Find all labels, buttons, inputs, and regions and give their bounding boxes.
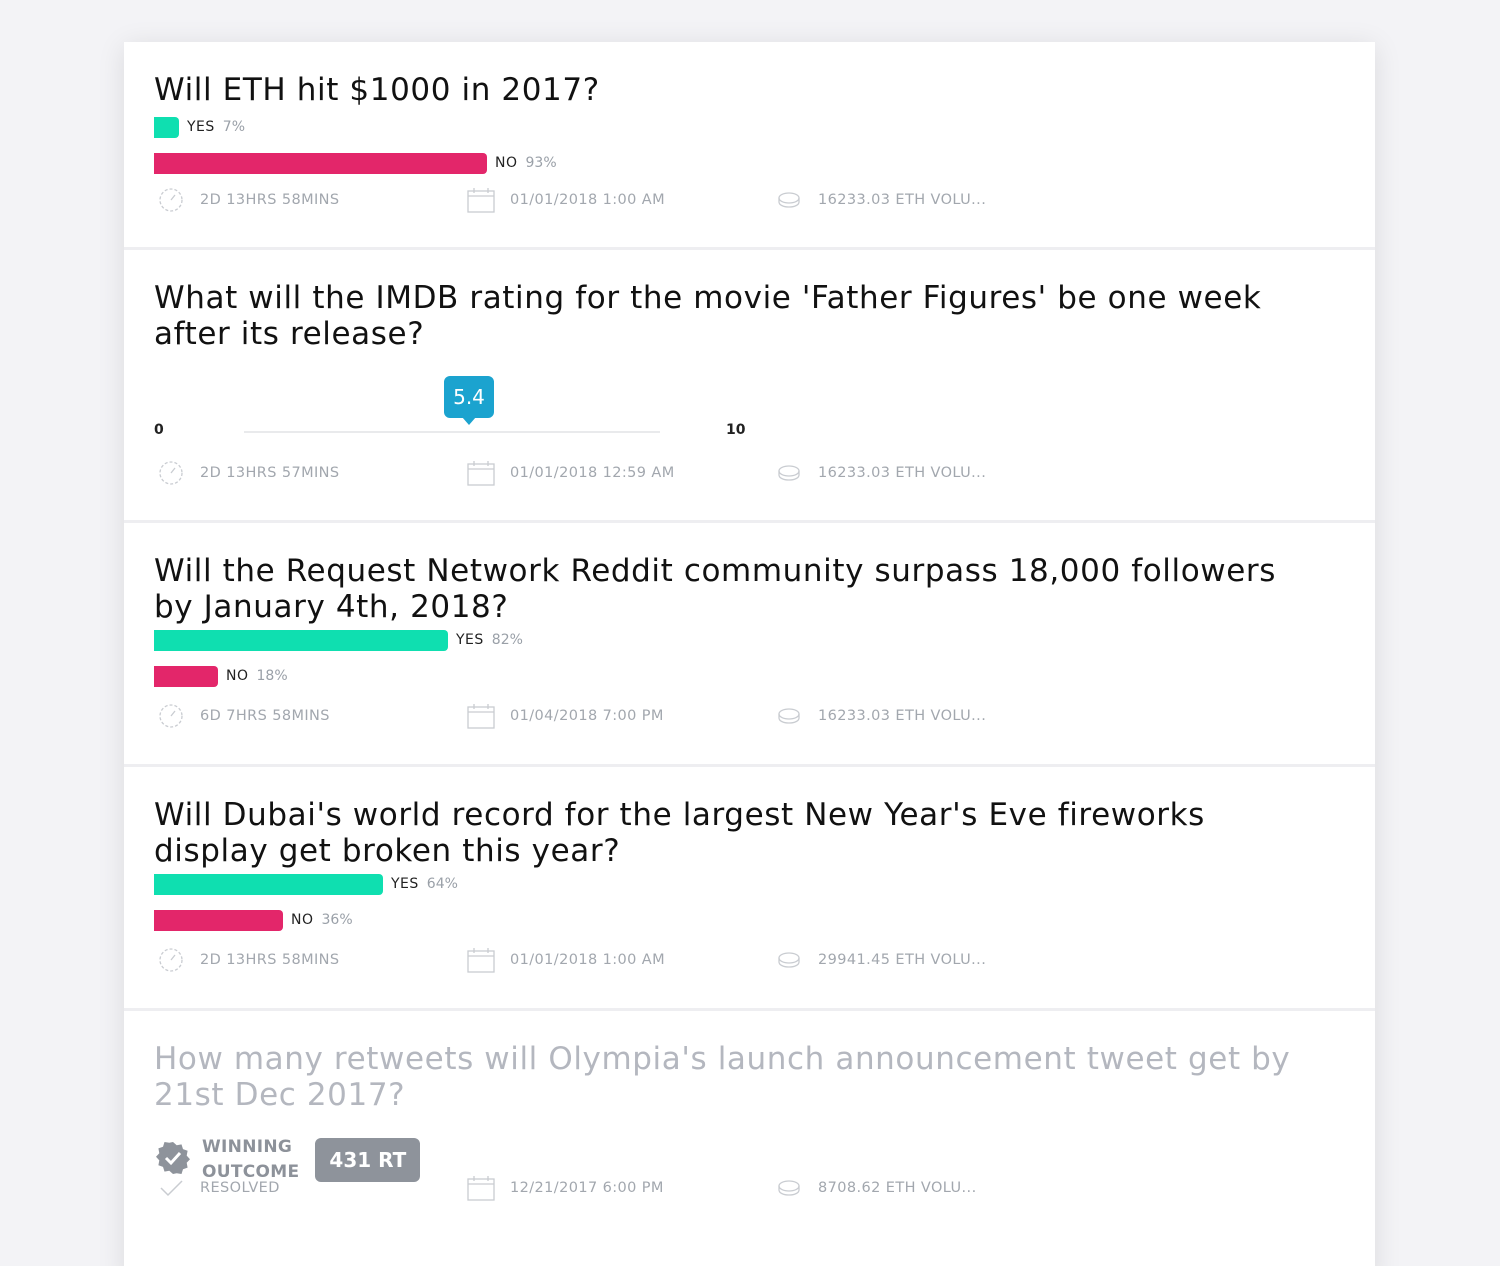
market-card[interactable]: Will the Request Network Reddit communit… [124,523,1375,767]
market-card[interactable]: What will the IMDB rating for the movie … [124,250,1375,523]
market-card-resolved[interactable]: How many retweets will Olympia's launch … [124,1011,1375,1266]
coin-icon [774,701,804,731]
market-meta: 6D 7HRS 58MINS 01/04/2018 7:00 PM 16233.… [154,701,1345,731]
time-remaining: 2D 13HRS 57MINS [156,458,340,488]
slider-min-label: 0 [154,422,164,438]
end-date: 01/04/2018 7:00 PM [466,701,664,731]
outcome-percent: 64% [426,876,458,892]
market-title[interactable]: Will ETH hit $1000 in 2017? [154,72,1315,108]
outcome-percent: 36% [321,912,353,928]
end-date-text: 01/01/2018 1:00 AM [510,952,665,968]
time-remaining-text: 2D 13HRS 58MINS [200,952,340,968]
market-meta: RESOLVED 12/21/2017 6:00 PM 8708.62 ETH … [154,1173,1345,1203]
volume-text: 29941.45 ETH VOLU... [818,952,987,968]
market-title[interactable]: Will Dubai's world record for the larges… [154,797,1315,869]
calendar-icon [466,701,496,731]
end-date-text: 01/01/2018 12:59 AM [510,465,675,481]
outcome-percent: 93% [525,155,557,171]
market-title[interactable]: What will the IMDB rating for the movie … [154,280,1315,352]
time-remaining: 6D 7HRS 58MINS [156,701,330,731]
outcome-percent: 18% [256,668,288,684]
outcome-row-yes[interactable]: YES 82% [154,629,523,651]
calendar-icon [466,945,496,975]
end-date: 01/01/2018 1:00 AM [466,185,665,215]
coin-icon [774,945,804,975]
outcome-row-no[interactable]: NO 93% [154,152,557,174]
outcome-label: NO [495,155,518,171]
coin-icon [774,1173,804,1203]
outcome-row-no[interactable]: NO 36% [154,909,353,931]
market-card[interactable]: Will Dubai's world record for the larges… [124,767,1375,1011]
markets-list: Will ETH hit $1000 in 2017? YES 7% NO 93… [124,42,1375,1266]
outcome-row-no[interactable]: NO 18% [154,665,288,687]
outcome-label: YES [456,632,484,648]
slider-max-label: 10 [726,422,746,438]
volume-text: 16233.03 ETH VOLU... [818,465,987,481]
timer-icon [156,458,186,488]
end-date: 12/21/2017 6:00 PM [466,1173,664,1203]
end-date-text: 01/04/2018 7:00 PM [510,708,664,724]
outcome-bar-no [154,665,218,687]
slider-value-bubble[interactable]: 5.4 [444,376,494,425]
rating-slider[interactable]: 0 5.4 10 [154,376,1345,438]
coin-icon [774,458,804,488]
outcome-label: NO [291,912,314,928]
volume-text: 8708.62 ETH VOLU... [818,1180,977,1196]
end-date-text: 12/21/2017 6:00 PM [510,1180,664,1196]
outcome-bar-no [154,909,283,931]
volume: 16233.03 ETH VOLU... [774,185,986,215]
time-remaining-text: 6D 7HRS 58MINS [200,708,330,724]
outcome-bar-yes [154,629,448,651]
timer-icon [156,701,186,731]
volume: 8708.62 ETH VOLU... [774,1173,977,1203]
outcome-label: YES [187,119,215,135]
timer-icon [156,185,186,215]
time-remaining-text: 2D 13HRS 57MINS [200,465,340,481]
volume-text: 16233.03 ETH VOLU... [818,708,987,724]
time-remaining-text: 2D 13HRS 58MINS [200,192,340,208]
end-date-text: 01/01/2018 1:00 AM [510,192,665,208]
checkmark-icon [156,1173,186,1203]
slider-track[interactable] [244,431,660,433]
volume: 29941.45 ETH VOLU... [774,945,986,975]
resolved-status: RESOLVED [156,1173,280,1203]
end-date: 01/01/2018 12:59 AM [466,458,675,488]
volume: 16233.03 ETH VOLU... [774,701,986,731]
time-remaining: 2D 13HRS 58MINS [156,185,340,215]
resolved-status-text: RESOLVED [200,1180,280,1196]
outcome-percent: 7% [222,119,246,135]
outcome-percent: 82% [491,632,523,648]
outcome-row-yes[interactable]: YES 7% [154,116,245,138]
outcome-label: NO [226,668,249,684]
volume: 16233.03 ETH VOLU... [774,458,986,488]
time-remaining: 2D 13HRS 58MINS [156,945,340,975]
calendar-icon [466,458,496,488]
market-card[interactable]: Will ETH hit $1000 in 2017? YES 7% NO 93… [124,42,1375,250]
outcome-bar-yes [154,873,383,895]
volume-text: 16233.03 ETH VOLU... [818,192,987,208]
market-meta: 2D 13HRS 58MINS 01/01/2018 1:00 AM 16233… [154,185,1345,215]
market-meta: 2D 13HRS 58MINS 01/01/2018 1:00 AM 29941… [154,945,1345,975]
outcome-bar-no [154,152,487,174]
coin-icon [774,185,804,215]
market-title[interactable]: How many retweets will Olympia's launch … [154,1041,1315,1113]
end-date: 01/01/2018 1:00 AM [466,945,665,975]
outcome-bar-yes [154,116,179,138]
winning-label-line1: WINNING [202,1137,293,1157]
calendar-icon [466,1173,496,1203]
outcome-row-yes[interactable]: YES 64% [154,873,458,895]
market-meta: 2D 13HRS 57MINS 01/01/2018 12:59 AM 1623… [154,458,1345,488]
timer-icon [156,945,186,975]
outcome-label: YES [391,876,419,892]
calendar-icon [466,185,496,215]
market-title[interactable]: Will the Request Network Reddit communit… [154,553,1315,625]
